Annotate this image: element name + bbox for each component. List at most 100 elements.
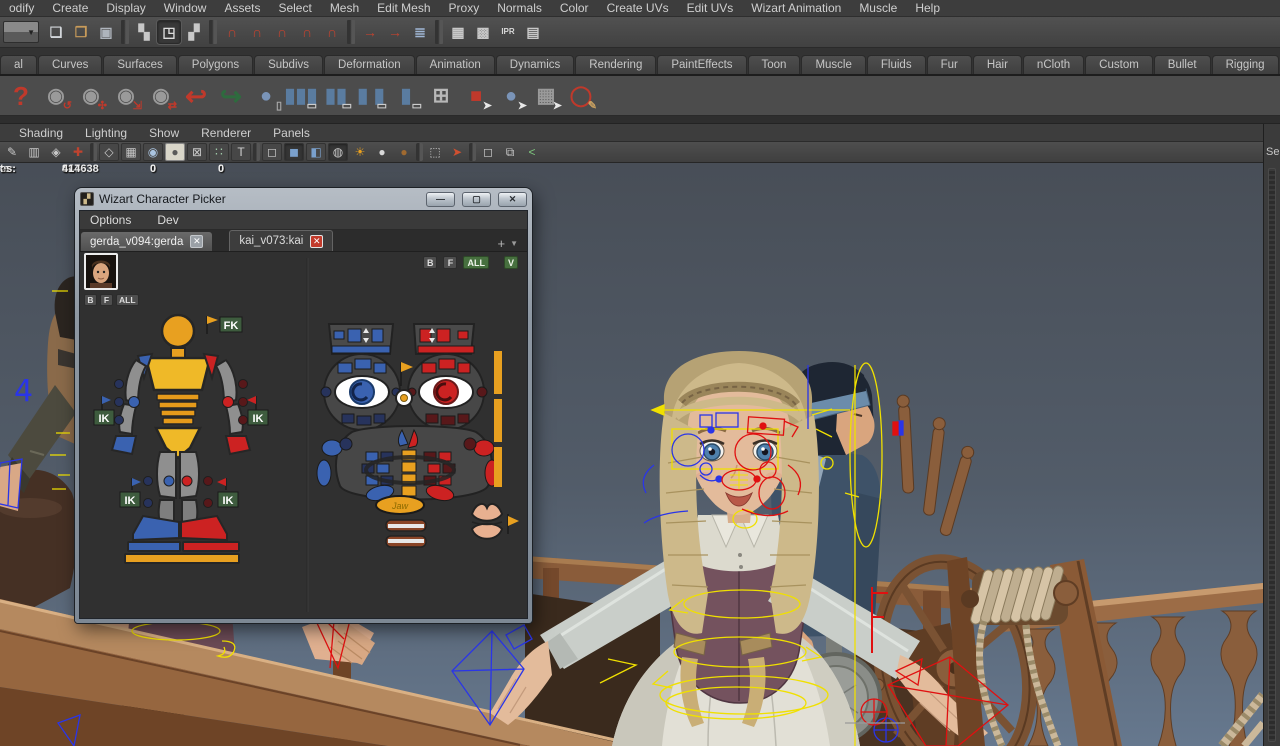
minimize-button[interactable]: — <box>426 192 455 207</box>
toolbar-separator[interactable] <box>347 20 355 44</box>
shelf-tab[interactable]: Muscle <box>801 55 865 74</box>
menu-item[interactable]: Window <box>155 1 216 15</box>
shelf-tab[interactable]: Custom <box>1085 55 1153 74</box>
input-connections-icon[interactable]: → <box>358 20 382 44</box>
panel-separator[interactable] <box>416 143 423 161</box>
wizart-character-picker-window[interactable]: ▞ Wizart Character Picker — ▢ ✕ OptionsD… <box>75 188 532 623</box>
left-brow-control[interactable] <box>329 324 393 354</box>
camera-tumble-icon[interactable]: ◉↺ <box>41 81 71 111</box>
render-view-icon[interactable]: ▦ <box>446 20 470 44</box>
picker-canvas[interactable]: FK <box>80 252 527 618</box>
thumbnail-toggle-button[interactable]: B <box>84 294 97 306</box>
menu-item[interactable]: Wizart Animation <box>742 1 850 15</box>
lips-control[interactable] <box>472 504 519 539</box>
toolbar-separator[interactable] <box>121 20 129 44</box>
shelf-tab[interactable]: Bullet <box>1154 55 1211 74</box>
toolbar-separator[interactable] <box>435 20 443 44</box>
thumbnail-toggle-button[interactable]: ALL <box>116 294 139 306</box>
cursor-icon[interactable]: ➤ <box>447 143 467 161</box>
tab-gerda-close-icon[interactable]: ✕ <box>190 235 203 248</box>
v-button[interactable]: V <box>504 256 518 269</box>
picker-menu-item[interactable]: Options <box>90 213 131 227</box>
use-all-lights-icon[interactable]: ◍ <box>328 143 348 161</box>
shelf-tab[interactable]: Curves <box>38 55 102 74</box>
paint-skin-weights-icon[interactable]: ◯✎ <box>566 81 596 111</box>
tab-kai[interactable]: kai_v073:kai ✕ <box>229 230 333 251</box>
file-new-icon[interactable]: ❏ <box>44 20 68 44</box>
mouth-control-cluster[interactable]: Jaw <box>317 426 499 514</box>
menu-item[interactable]: Muscle <box>850 1 906 15</box>
hud-text-icon[interactable]: T <box>231 143 251 161</box>
shelf-tab[interactable]: Rendering <box>575 55 656 74</box>
snap-to-point-icon[interactable]: ∩ <box>270 20 294 44</box>
node-bucket-single-icon[interactable]: ▮▭ <box>391 81 421 111</box>
share-view-icon[interactable]: < <box>522 143 542 161</box>
toolbar-separator[interactable] <box>209 20 217 44</box>
menu-item[interactable]: Create UVs <box>598 1 678 15</box>
shelf-tab[interactable]: Rigging <box>1212 55 1279 74</box>
shelf-tab[interactable]: Fluids <box>867 55 926 74</box>
shelf-tab[interactable]: Fur <box>927 55 972 74</box>
select-hierarchy-icon[interactable]: ▚ <box>132 20 156 44</box>
menu-item[interactable]: Edit UVs <box>678 1 743 15</box>
node-bucket-double-icon[interactable]: ▮▮▭ <box>321 81 351 111</box>
menu-set-selector[interactable]: ▼ <box>3 21 39 43</box>
shelf-tab[interactable]: nCloth <box>1023 55 1084 74</box>
right-foot-bar-control[interactable] <box>183 542 239 551</box>
master-control[interactable] <box>125 554 239 563</box>
panel-menu-item[interactable]: Show <box>138 126 190 140</box>
panel-menu-item[interactable]: Panels <box>262 126 321 140</box>
snap-to-curve-icon[interactable]: ∩ <box>245 20 269 44</box>
layered-view-icon[interactable]: ⧉ <box>500 143 520 161</box>
right-eye-control[interactable] <box>408 354 487 430</box>
red-arrow-tool-icon[interactable]: ↩ <box>181 81 211 111</box>
node-bucket-split-icon[interactable]: ▮ ▮▭ <box>356 81 386 111</box>
wireframe-cube-icon[interactable]: ◻ <box>262 143 282 161</box>
left-eye-control[interactable] <box>321 354 400 430</box>
gate-mask-icon[interactable]: ∷ <box>209 143 229 161</box>
tab-gerda[interactable]: gerda_v094:gerda ✕ <box>81 232 212 251</box>
thumbnail-toggle-button[interactable]: F <box>100 294 113 306</box>
select-object-icon[interactable]: ◳ <box>157 20 181 44</box>
construction-history-icon[interactable]: ≣ <box>408 20 432 44</box>
panel-separator[interactable] <box>253 143 260 161</box>
shelf-tab[interactable]: Hair <box>973 55 1022 74</box>
shelf-tab[interactable]: PaintEffects <box>657 55 746 74</box>
head-control[interactable] <box>162 315 194 347</box>
menu-item[interactable]: Normals <box>488 1 551 15</box>
marquee-select-icon[interactable]: ⬚ <box>425 143 445 161</box>
camera-dolly-icon[interactable]: ◉⇲ <box>111 81 141 111</box>
menu-item[interactable]: Help <box>906 1 949 15</box>
panel-separator[interactable] <box>469 143 476 161</box>
file-open-icon[interactable]: ❒ <box>69 20 93 44</box>
snap-to-plane-icon[interactable]: ∩ <box>295 20 319 44</box>
tab-dropdown-icon[interactable]: ▼ <box>510 239 518 248</box>
left-hand-control[interactable] <box>112 436 136 454</box>
file-save-icon[interactable]: ▣ <box>94 20 118 44</box>
render-settings-icon[interactable]: ▤ <box>521 20 545 44</box>
panel-menu-item[interactable]: Renderer <box>190 126 262 140</box>
shelf-tab[interactable]: Animation <box>416 55 495 74</box>
shelf-tab[interactable]: Polygons <box>178 55 253 74</box>
shelf-tab[interactable]: Dynamics <box>496 55 574 74</box>
image-plane-icon[interactable]: ✎ <box>2 143 22 161</box>
shelf-tab[interactable]: Subdivs <box>254 55 323 74</box>
menu-item[interactable]: Edit Mesh <box>368 1 439 15</box>
shelf-tab[interactable]: al <box>0 55 37 74</box>
menu-item[interactable]: Color <box>551 1 598 15</box>
shelf-tab[interactable]: Surfaces <box>103 55 176 74</box>
camera-track-icon[interactable]: ◉✣ <box>76 81 106 111</box>
make-live-icon[interactable]: ∩ <box>320 20 344 44</box>
green-arrow-tool-icon[interactable]: ↪ <box>216 81 246 111</box>
leg-controls[interactable] <box>157 452 199 530</box>
tab-kai-close-icon[interactable]: ✕ <box>310 235 323 248</box>
left-foot-bar-control[interactable] <box>128 542 180 551</box>
face-visibility-button[interactable]: F <box>443 256 457 269</box>
help-icon[interactable]: ? <box>6 81 36 111</box>
snap-to-grid-icon[interactable]: ∩ <box>220 20 244 44</box>
node-editor-icon[interactable]: ⊞ <box>426 81 456 111</box>
shaded-sphere-icon[interactable]: ◉ <box>143 143 163 161</box>
select-component-icon[interactable]: ▞ <box>182 20 206 44</box>
panel-menu-item[interactable]: Shading <box>8 126 74 140</box>
all-visibility-button[interactable]: ALL <box>463 256 489 269</box>
